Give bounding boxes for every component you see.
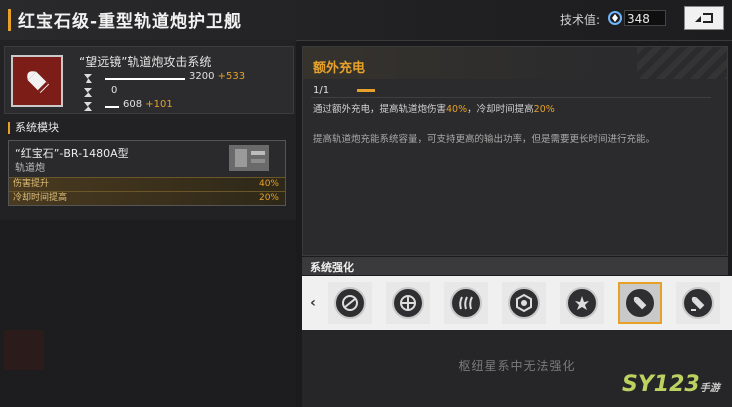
module-stat-label: 伤害提升 xyxy=(13,179,50,189)
back-icon xyxy=(695,13,713,23)
upgrade-detail-panel: 额外充电 1/1 通过额外充电，提高轨道炮伤害40%，冷却时间提高20% 提高轨… xyxy=(302,46,728,256)
upgrade-icon-5 xyxy=(566,287,598,319)
upgrade-slot-7[interactable] xyxy=(676,282,720,324)
tech-value-label: 技术值: xyxy=(560,13,601,27)
stat-row-attack: 3200 +533 xyxy=(83,71,283,85)
upgrade-slot-4[interactable] xyxy=(502,282,546,324)
top-bar: 红宝石级-重型轨道炮护卫舰 技术值: 348 xyxy=(0,0,732,41)
back-button[interactable] xyxy=(684,6,724,30)
stat-row-cooldown: 608 +101 xyxy=(83,99,283,113)
upgrade-title: 额外充电 xyxy=(313,61,366,76)
attack-icon xyxy=(84,74,92,83)
upgrade-icon-2 xyxy=(392,287,424,319)
weapon-card[interactable]: “望远镜”轨道炮攻击系统 3200 +533 0 608 +101 xyxy=(4,46,294,114)
chevron-left-icon: ‹ xyxy=(310,295,316,311)
upgrade-title-bar: 额外充电 xyxy=(303,47,727,79)
upgrade-icon-3 xyxy=(450,287,482,319)
upgrade-effect-text: 通过额外充电，提高轨道炮伤害40%，冷却时间提高20% xyxy=(313,104,555,115)
upgrade-icon-1 xyxy=(334,287,366,319)
upgrade-slot-1[interactable] xyxy=(328,282,372,324)
level-indicator xyxy=(357,89,375,92)
upgrade-level: 1/1 xyxy=(313,85,330,96)
module-type: 轨道炮 xyxy=(15,163,45,174)
left-panel: “望远镜”轨道炮攻击系统 3200 +533 0 608 +101 系统模块 “… xyxy=(0,40,296,407)
tech-value: 348 xyxy=(624,10,666,26)
modules-section-label: 系统模块 xyxy=(8,122,59,134)
upgrade-slot-3[interactable] xyxy=(444,282,488,324)
scroll-left-button[interactable]: ‹ xyxy=(302,276,324,330)
left-lower-area xyxy=(0,220,296,407)
page-title: 红宝石级-重型轨道炮护卫舰 xyxy=(18,12,243,32)
module-stat-label: 冷却时间提高 xyxy=(13,193,68,203)
enhancement-label: 系统强化 xyxy=(310,261,354,274)
upgrade-slot-6-selected[interactable] xyxy=(618,282,662,324)
upgrade-flavor-text: 提高轨道炮充能系统容量，可支持更高的输出功率，但是需要更长时间进行充能。 xyxy=(313,134,656,145)
title-accent xyxy=(8,9,11,31)
stat-value: 3200 +533 xyxy=(189,71,246,82)
enhancement-header: 系统强化 xyxy=(302,257,728,275)
faded-weapon-icon xyxy=(4,330,44,370)
weapon-icon xyxy=(11,55,63,107)
enhancement-strip: ‹ xyxy=(302,276,732,330)
module-stat-row: 伤害提升 40% xyxy=(9,177,285,191)
tech-points-icon xyxy=(608,11,622,25)
cooldown-icon xyxy=(84,102,92,111)
upgrade-slot-5[interactable] xyxy=(560,282,604,324)
upgrade-slot-2[interactable] xyxy=(386,282,430,324)
stat-value: 608 +101 xyxy=(123,99,173,110)
site-watermark-logo: SY123手游 xyxy=(622,372,720,397)
railgun-shell-icon xyxy=(27,71,50,94)
module-stat-row: 冷却时间提高 20% xyxy=(9,191,285,205)
stat-bar xyxy=(105,106,119,108)
upgrade-icon-6 xyxy=(624,287,656,319)
weapon-name: “望远镜”轨道炮攻击系统 xyxy=(79,55,212,69)
stat-bar xyxy=(105,78,185,80)
module-card[interactable]: “红宝石”-BR-1480A型 轨道炮 伤害提升 40% 冷却时间提高 20% xyxy=(8,140,286,206)
module-art-icon xyxy=(229,145,269,171)
module-stat-value: 20% xyxy=(258,193,279,203)
decorative-stripes xyxy=(637,47,727,79)
stat-row-range: 0 xyxy=(83,85,283,99)
stat-value: 0 xyxy=(111,85,118,96)
upgrade-icon-4 xyxy=(508,287,540,319)
upgrade-icon-7 xyxy=(682,287,714,319)
range-icon xyxy=(84,88,92,97)
module-stat-value: 40% xyxy=(258,179,279,189)
divider xyxy=(311,97,711,98)
